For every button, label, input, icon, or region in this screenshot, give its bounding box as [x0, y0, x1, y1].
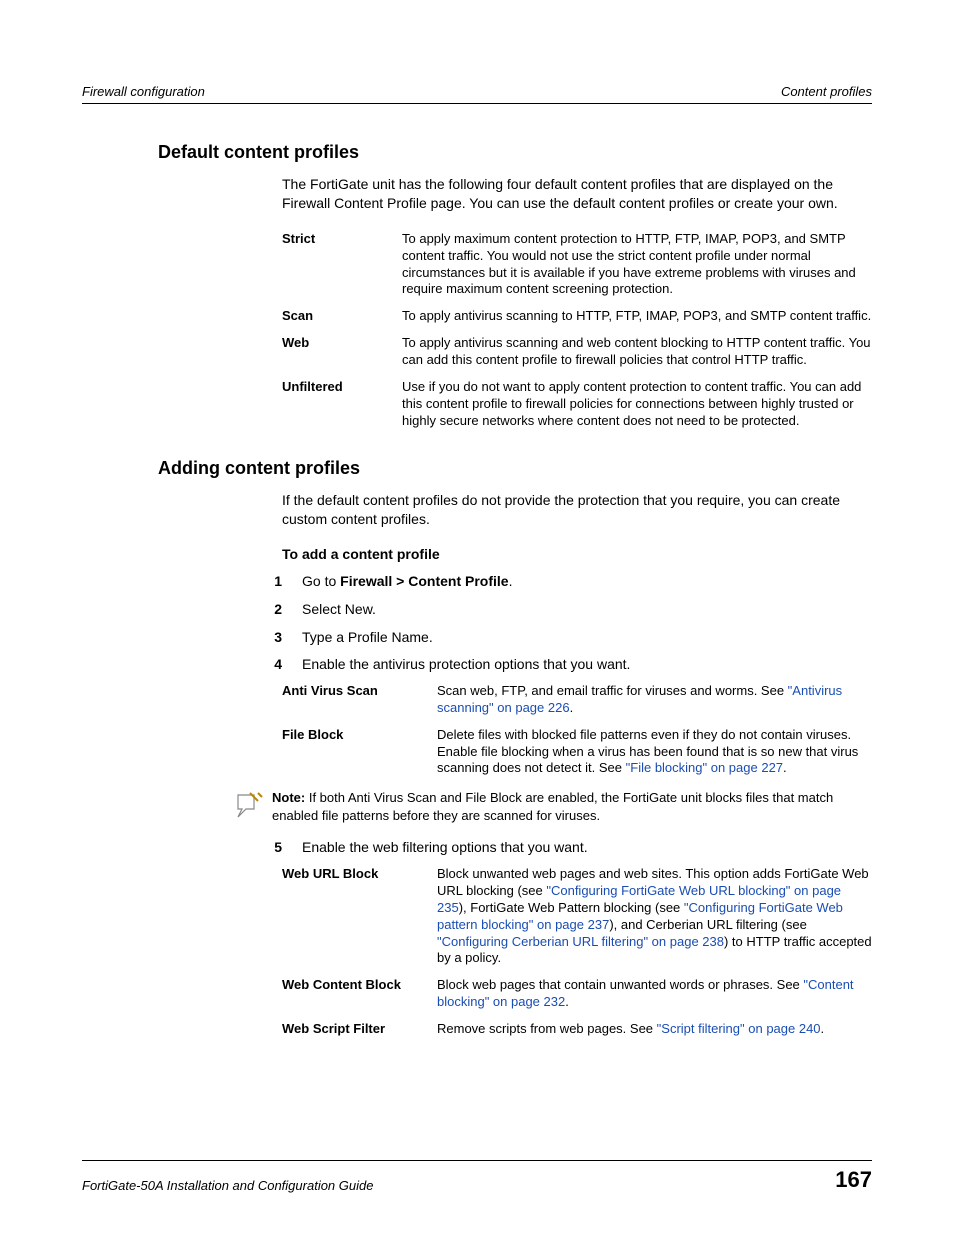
page-footer: FortiGate-50A Installation and Configura…: [82, 1160, 872, 1193]
step-4: 4 Enable the antivirus protection option…: [242, 655, 872, 675]
step-2: 2 Select New.: [242, 600, 872, 620]
profile-desc: To apply antivirus scanning and web cont…: [402, 335, 872, 369]
step-text: Type a Profile Name.: [302, 628, 872, 648]
antivirus-options-table: Anti Virus Scan Scan web, FTP, and email…: [282, 683, 872, 777]
header-left: Firewall configuration: [82, 84, 205, 99]
option-term: Web Script Filter: [282, 1021, 437, 1038]
cross-reference-link[interactable]: "File blocking" on page 227: [626, 760, 783, 775]
cross-reference-link[interactable]: "Script filtering" on page 240: [657, 1021, 821, 1036]
step-text: Enable the web filtering options that yo…: [302, 838, 872, 858]
profile-desc: To apply maximum content protection to H…: [402, 231, 872, 299]
step-number: 2: [242, 600, 302, 620]
table-row: Anti Virus Scan Scan web, FTP, and email…: [282, 683, 872, 717]
section-title-default-profiles: Default content profiles: [158, 142, 872, 163]
section-title-adding-profiles: Adding content profiles: [158, 458, 872, 479]
cross-reference-link[interactable]: "Configuring Cerberian URL filtering" on…: [437, 934, 724, 949]
intro-paragraph: If the default content profiles do not p…: [282, 491, 872, 529]
table-row: Web To apply antivirus scanning and web …: [282, 335, 872, 369]
procedure-steps: 1 Go to Firewall > Content Profile. 2 Se…: [242, 572, 872, 674]
profile-term-strict: Strict: [282, 231, 402, 299]
option-desc: Block web pages that contain unwanted wo…: [437, 977, 872, 1011]
profile-term-web: Web: [282, 335, 402, 369]
option-desc: Block unwanted web pages and web sites. …: [437, 866, 872, 967]
procedure-heading: To add a content profile: [282, 546, 872, 562]
step-text: Enable the antivirus protection options …: [302, 655, 872, 675]
table-row: Web Script Filter Remove scripts from we…: [282, 1021, 872, 1038]
option-desc: Remove scripts from web pages. See "Scri…: [437, 1021, 872, 1038]
footer-title: FortiGate-50A Installation and Configura…: [82, 1178, 373, 1193]
profile-desc: Use if you do not want to apply content …: [402, 379, 872, 430]
step-number: 3: [242, 628, 302, 648]
header-right: Content profiles: [781, 84, 872, 99]
table-row: Web Content Block Block web pages that c…: [282, 977, 872, 1011]
procedure-steps-continued: 5 Enable the web filtering options that …: [242, 838, 872, 858]
table-row: Scan To apply antivirus scanning to HTTP…: [282, 308, 872, 325]
step-number: 5: [242, 838, 302, 858]
option-desc: Delete files with blocked file patterns …: [437, 727, 872, 778]
table-row: Unfiltered Use if you do not want to app…: [282, 379, 872, 430]
note-block: Note: If both Anti Virus Scan and File B…: [232, 789, 872, 824]
step-text: Go to Firewall > Content Profile.: [302, 572, 872, 592]
table-row: Strict To apply maximum content protecti…: [282, 231, 872, 299]
table-row: Web URL Block Block unwanted web pages a…: [282, 866, 872, 967]
table-row: File Block Delete files with blocked fil…: [282, 727, 872, 778]
page-number: 167: [835, 1167, 872, 1193]
document-page: Firewall configuration Content profiles …: [0, 0, 954, 1235]
option-term: Anti Virus Scan: [282, 683, 437, 717]
running-header: Firewall configuration Content profiles: [82, 84, 872, 104]
note-icon: [232, 789, 272, 824]
step-3: 3 Type a Profile Name.: [242, 628, 872, 648]
option-term: Web URL Block: [282, 866, 437, 967]
profile-term-unfiltered: Unfiltered: [282, 379, 402, 430]
step-5: 5 Enable the web filtering options that …: [242, 838, 872, 858]
profile-term-scan: Scan: [282, 308, 402, 325]
step-number: 1: [242, 572, 302, 592]
intro-paragraph: The FortiGate unit has the following fou…: [282, 175, 872, 213]
default-profiles-table: Strict To apply maximum content protecti…: [282, 231, 872, 430]
option-term: File Block: [282, 727, 437, 778]
step-1: 1 Go to Firewall > Content Profile.: [242, 572, 872, 592]
step-number: 4: [242, 655, 302, 675]
profile-desc: To apply antivirus scanning to HTTP, FTP…: [402, 308, 872, 325]
step-text: Select New.: [302, 600, 872, 620]
option-term: Web Content Block: [282, 977, 437, 1011]
option-desc: Scan web, FTP, and email traffic for vir…: [437, 683, 872, 717]
note-text: Note: If both Anti Virus Scan and File B…: [272, 789, 872, 824]
web-filter-options-table: Web URL Block Block unwanted web pages a…: [282, 866, 872, 1038]
